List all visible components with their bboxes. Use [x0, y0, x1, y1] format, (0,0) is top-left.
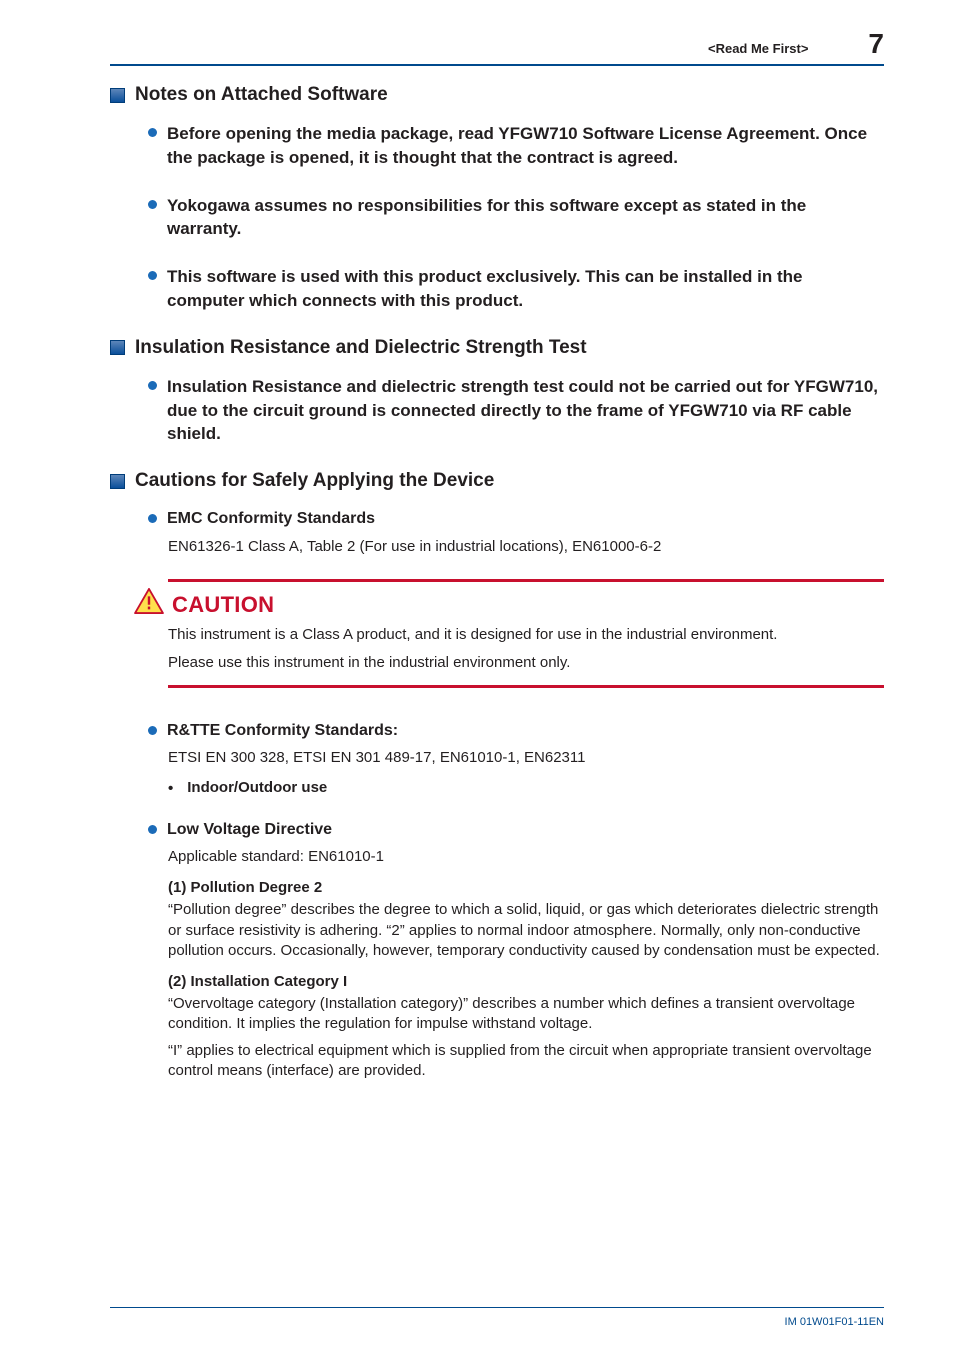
breadcrumb: <Read Me First>	[708, 41, 808, 56]
lvd-p1-num: (1) Pollution Degree 2	[168, 879, 884, 896]
caution-label: CAUTION	[172, 592, 274, 618]
lvd-heading: Low Voltage Directive	[167, 819, 332, 841]
caution-rule-top	[168, 579, 884, 582]
dot-icon	[148, 726, 157, 735]
rtte-body-block: ETSI EN 300 328, ETSI EN 301 489-17, EN6…	[168, 748, 884, 799]
section-title: Notes on Attached Software	[135, 84, 388, 106]
heading-row: Cautions for Safely Applying the Device	[110, 470, 884, 492]
bullet-item: Yokogawa assumes no responsibilities for…	[148, 194, 884, 242]
square-bullet-icon	[110, 340, 125, 355]
dot-icon	[148, 128, 157, 137]
caution-block: CAUTION This instrument is a Class A pro…	[110, 579, 884, 688]
emc-standards-text: EN61326-1 Class A, Table 2 (For use in i…	[168, 537, 884, 557]
heading-row: Notes on Attached Software	[110, 84, 884, 106]
rtte-sub-row: • Indoor/Outdoor use	[168, 778, 884, 798]
emc-heading: EMC Conformity Standards	[167, 508, 375, 530]
lvd-p2-t1: “Overvoltage category (Installation cate…	[168, 994, 884, 1035]
emc-heading-block: EMC Conformity Standards	[148, 508, 884, 530]
section-insulation: Insulation Resistance and Dielectric Str…	[110, 337, 884, 446]
lvd-p2-num: (2) Installation Category I	[168, 973, 884, 990]
dot-icon	[148, 271, 157, 280]
footer-docnum: IM 01W01F01-11EN	[785, 1316, 884, 1328]
rtte-heading: R&TTE Conformity Standards:	[167, 720, 398, 742]
caution-header: CAUTION	[168, 588, 884, 618]
bullet-item: Before opening the media package, read Y…	[148, 122, 884, 170]
heading-row: Insulation Resistance and Dielectric Str…	[110, 337, 884, 359]
page-header: <Read Me First> 7	[110, 28, 884, 66]
lvd-p2-t2: “I” applies to electrical equipment whic…	[168, 1041, 884, 1082]
bullet-item: Insulation Resistance and dielectric str…	[148, 375, 884, 446]
lvd-standard: Applicable standard: EN61010-1	[168, 847, 884, 867]
bullet-dot-icon: •	[168, 780, 173, 797]
caution-line-1: This instrument is a Class A product, an…	[168, 624, 884, 647]
bullet-item: This software is used with this product …	[148, 265, 884, 313]
dot-icon	[148, 514, 157, 523]
section-cautions: Cautions for Safely Applying the Device …	[110, 470, 884, 1081]
square-bullet-icon	[110, 474, 125, 489]
lvd-body-block: Applicable standard: EN61010-1 (1) Pollu…	[168, 847, 884, 1081]
rtte-body: ETSI EN 300 328, ETSI EN 301 489-17, EN6…	[168, 748, 884, 768]
caution-rule-bottom	[168, 685, 884, 688]
footer-rule	[110, 1307, 884, 1308]
dot-icon	[148, 381, 157, 390]
lvd-heading-block: Low Voltage Directive	[148, 819, 884, 841]
caution-line-2: Please use this instrument in the indust…	[168, 652, 884, 675]
rtte-heading-block: R&TTE Conformity Standards:	[148, 720, 884, 742]
rtte-sub: Indoor/Outdoor use	[187, 778, 327, 798]
warning-triangle-icon	[134, 588, 164, 614]
emc-body: EN61326-1 Class A, Table 2 (For use in i…	[168, 537, 884, 557]
lvd-p1-text: “Pollution degree” describes the degree …	[168, 900, 884, 961]
square-bullet-icon	[110, 88, 125, 103]
bullet-text: This software is used with this product …	[167, 265, 884, 313]
dot-icon	[148, 200, 157, 209]
section-title: Cautions for Safely Applying the Device	[135, 470, 494, 492]
page-number: 7	[868, 28, 884, 60]
section-title: Insulation Resistance and Dielectric Str…	[135, 337, 587, 359]
dot-icon	[148, 825, 157, 834]
section-software: Notes on Attached Software Before openin…	[110, 84, 884, 313]
bullet-text: Before opening the media package, read Y…	[167, 122, 884, 170]
bullet-text: Insulation Resistance and dielectric str…	[167, 375, 884, 446]
bullet-text: Yokogawa assumes no responsibilities for…	[167, 194, 884, 242]
